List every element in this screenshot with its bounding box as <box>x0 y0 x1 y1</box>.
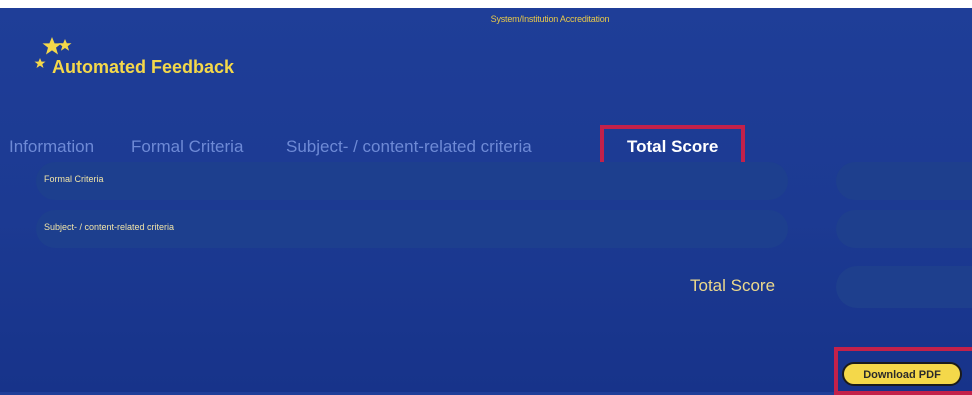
page-subtitle: System/Institution Accreditation <box>490 14 610 24</box>
criteria-row-subject: Subject- / content-related criteria <box>36 210 788 248</box>
tab-information[interactable]: Information <box>9 137 94 157</box>
score-field-formal <box>836 162 972 200</box>
score-field-subject <box>836 210 972 248</box>
total-score-label: Total Score <box>690 276 776 295</box>
criteria-row-label: Subject- / content-related criteria <box>44 222 175 232</box>
criteria-row-label: Formal Criteria <box>44 174 104 184</box>
top-strip <box>0 0 972 8</box>
total-score-field <box>836 266 972 308</box>
tab-formal-criteria[interactable]: Formal Criteria <box>131 137 243 157</box>
download-pdf-button[interactable]: Download PDF <box>842 362 962 386</box>
tab-subject-content-criteria[interactable]: Subject- / content-related criteria <box>286 137 532 157</box>
app-title: Automated Feedback <box>52 57 235 77</box>
criteria-row-formal: Formal Criteria <box>36 162 788 200</box>
